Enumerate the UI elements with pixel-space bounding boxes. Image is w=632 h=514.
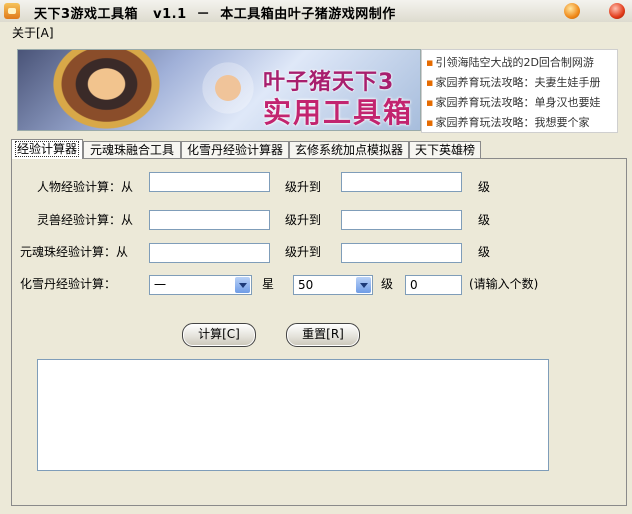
reset-button[interactable]: 重置[R] — [286, 323, 360, 347]
soul-bead-to-level-input[interactable] — [341, 243, 462, 263]
pet-mid-label: 级升到 — [285, 213, 322, 227]
banner-subtitle: 实用工具箱 — [263, 96, 414, 129]
level-select-value: 50 — [298, 278, 314, 292]
pet-end-label: 级 — [478, 213, 491, 227]
chevron-down-icon[interactable] — [356, 277, 371, 293]
menu-bar: 关于[A] — [0, 22, 632, 40]
tab-exp-calculator[interactable]: 经验计算器 — [11, 139, 83, 159]
calculate-button[interactable]: 计算[C] — [182, 323, 256, 347]
soul-bead-end-label: 级 — [478, 245, 491, 259]
count-input[interactable]: 0 — [405, 275, 462, 295]
pet-from-level-input[interactable] — [149, 210, 270, 230]
minimize-icon[interactable] — [564, 3, 580, 19]
level-select[interactable]: 50 — [293, 275, 373, 295]
tab-hero-ranking[interactable]: 天下英雄榜 — [409, 141, 481, 158]
bullet-icon: ▪ — [426, 56, 434, 69]
xuedan-exp-label: 化雪丹经验计算： — [20, 277, 117, 291]
banner-character — [48, 50, 178, 130]
news-link[interactable]: ▪ 家园养育玩法攻略：夫妻生娃手册 — [426, 74, 600, 90]
close-icon[interactable] — [609, 3, 625, 19]
banner-image: 叶子猪天下3 实用工具箱 — [17, 49, 421, 131]
count-hint: (请输入个数) — [469, 277, 539, 291]
news-link[interactable]: ▪ 家园养育玩法攻略：单身汉也要娃 — [426, 94, 600, 110]
bullet-icon: ▪ — [426, 96, 434, 109]
level-label: 级 — [381, 277, 394, 291]
chevron-down-icon[interactable] — [235, 277, 250, 293]
news-link[interactable]: ▪ 引领海陆空大战的2D回合制网游 — [426, 54, 594, 70]
star-select[interactable]: 一 — [149, 275, 252, 295]
soul-bead-mid-label: 级升到 — [285, 245, 322, 259]
char-from-level-input[interactable] — [149, 172, 270, 192]
tab-xuanxiu-simulator[interactable]: 玄修系统加点模拟器 — [289, 141, 409, 158]
soul-bead-from-level-input[interactable] — [149, 243, 270, 263]
star-select-value: 一 — [154, 278, 167, 292]
banner-effect — [198, 58, 258, 118]
tab-soul-bead-fusion[interactable]: 元魂珠融合工具 — [83, 141, 181, 158]
star-label: 星 — [262, 277, 275, 291]
tab-xuedan-calculator[interactable]: 化雪丹经验计算器 — [181, 141, 289, 158]
title-bar: 天下3游戏工具箱 v1.1 － 本工具箱由叶子猪游戏网制作 — [0, 0, 632, 23]
news-link[interactable]: ▪ 家园养育玩法攻略：我想要个家 — [426, 114, 589, 130]
news-links: ▪ 引领海陆空大战的2D回合制网游 ▪ 家园养育玩法攻略：夫妻生娃手册 ▪ 家园养育玩… — [421, 49, 618, 133]
app-icon — [4, 3, 20, 19]
pet-to-level-input[interactable] — [341, 210, 462, 230]
result-output[interactable] — [37, 359, 549, 471]
soul-bead-exp-label: 元魂珠经验计算：从 — [20, 245, 129, 259]
window-title: 天下3游戏工具箱 v1.1 － 本工具箱由叶子猪游戏网制作 — [34, 7, 396, 22]
char-to-level-input[interactable] — [341, 172, 462, 192]
char-mid-label: 级升到 — [285, 180, 322, 194]
menu-about[interactable]: 关于[A] — [12, 24, 54, 41]
pet-exp-label: 灵兽经验计算：从 — [37, 213, 134, 227]
char-end-label: 级 — [478, 180, 491, 194]
char-exp-label: 人物经验计算：从 — [37, 180, 134, 194]
bullet-icon: ▪ — [426, 116, 434, 129]
bullet-icon: ▪ — [426, 76, 434, 89]
